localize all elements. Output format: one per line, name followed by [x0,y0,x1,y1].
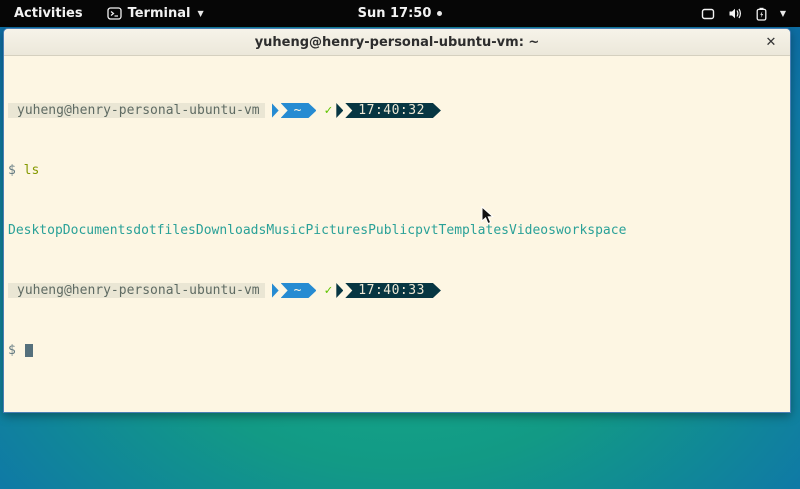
powerline-separator-icon [272,283,279,298]
directory-entry: workspace [556,223,626,238]
prompt-user-host: yuheng@henry-personal-ubuntu-vm [8,103,265,118]
clock-label: Sun 17:50 [358,6,432,21]
powerline-separator-icon [272,103,279,118]
chevron-down-icon: ▼ [780,10,786,18]
prompt-user-host: yuheng@henry-personal-ubuntu-vm [8,283,265,298]
prompt-line-2: yuheng@henry-personal-ubuntu-vm ~ ✓ 17:4… [8,283,790,298]
directory-entry: Public [368,223,415,238]
directory-entry: Desktop [8,223,63,238]
chevron-down-icon: ▼ [197,10,203,18]
window-titlebar[interactable]: yuheng@henry-personal-ubuntu-vm: ~ ✕ [4,29,790,56]
spacer [16,343,24,358]
prompt-directory: ~ [281,103,317,118]
prompt-symbol: $ [8,343,16,358]
ls-output-line: Desktop Documents dotfiles Downloads Mus… [8,223,790,238]
prompt-time: 17:40:33 [345,283,441,298]
text-cursor [25,344,33,357]
terminal-window: yuheng@henry-personal-ubuntu-vm: ~ ✕ yuh… [3,28,791,413]
terminal-icon [107,7,122,20]
directory-entry: pvt [415,223,438,238]
activities-button[interactable]: Activities [0,0,97,27]
activities-label: Activities [14,6,83,21]
command-line: $ ls [8,163,790,178]
prompt-time: 17:40:32 [345,103,441,118]
input-line: $ [8,343,790,358]
top-bar: Activities Terminal ▼ Sun 17:50 [0,0,800,27]
battery-charging-icon [756,7,767,21]
app-menu-terminal[interactable]: Terminal ▼ [97,0,214,27]
powerline-separator-icon [336,103,343,118]
directory-entry: Downloads [196,223,266,238]
typed-command: ls [24,163,40,178]
close-button[interactable]: ✕ [762,29,780,55]
prompt-symbol: $ [8,163,16,178]
directory-entry: Music [266,223,305,238]
directory-entry: Pictures [305,223,368,238]
system-status-menu[interactable]: ▼ [701,0,786,27]
directory-entry: Videos [509,223,556,238]
terminal-screen[interactable]: yuheng@henry-personal-ubuntu-vm ~ ✓ 17:4… [4,56,790,403]
desktop: { "topbar": { "activities_label": "Activ… [0,0,800,489]
volume-icon [728,7,743,20]
app-menu-label: Terminal [128,6,191,21]
spacer [16,163,24,178]
status-check-icon: ✓ [324,283,332,298]
directory-entry: Templates [439,223,509,238]
status-check-icon: ✓ [324,103,332,118]
powerline-separator-icon [336,283,343,298]
directory-entry: Documents [63,223,133,238]
display-icon [701,8,715,20]
prompt-line-1: yuheng@henry-personal-ubuntu-vm ~ ✓ 17:4… [8,103,790,118]
prompt-directory: ~ [281,283,317,298]
notification-dot-icon [437,11,442,16]
directory-entry: dotfiles [133,223,196,238]
window-title: yuheng@henry-personal-ubuntu-vm: ~ [255,35,540,50]
